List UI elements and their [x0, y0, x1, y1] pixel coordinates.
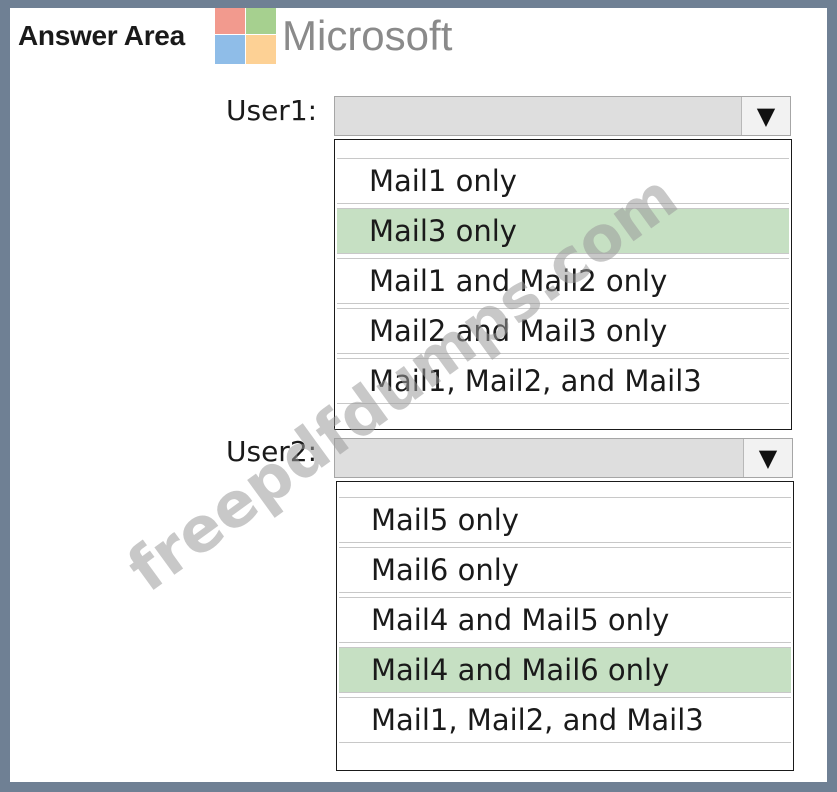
logo-text: Microsoft [282, 12, 453, 59]
microsoft-logo-icon [215, 8, 277, 67]
user2-option[interactable]: Mail4 and Mail5 only [339, 597, 791, 643]
user1-options-list: Mail1 only Mail3 only Mail1 and Mail2 on… [334, 139, 792, 430]
user2-option[interactable]: Mail6 only [339, 547, 791, 593]
user1-option[interactable]: Mail2 and Mail3 only [337, 308, 789, 354]
user1-option-selected[interactable]: Mail3 only [337, 208, 789, 254]
user1-label: User1: [226, 94, 318, 127]
answer-area-panel: Answer Area Microsoft User1: ▼ Mail1 onl… [10, 8, 827, 782]
user2-options-list: Mail5 only Mail6 only Mail4 and Mail5 on… [336, 481, 794, 771]
user1-option[interactable]: Mail1 only [337, 158, 789, 204]
user2-option[interactable]: Mail5 only [339, 497, 791, 543]
user1-option[interactable]: Mail1 and Mail2 only [337, 258, 789, 304]
chevron-down-icon[interactable]: ▼ [741, 97, 790, 135]
user1-option[interactable]: Mail1, Mail2, and Mail3 [337, 358, 789, 404]
chevron-down-icon[interactable]: ▼ [743, 439, 792, 477]
user2-option[interactable]: Mail1, Mail2, and Mail3 [339, 697, 791, 743]
user2-dropdown[interactable]: ▼ [334, 438, 793, 478]
user1-dropdown[interactable]: ▼ [334, 96, 791, 136]
page-title: Answer Area [18, 20, 185, 51]
user2-label: User2: [226, 435, 318, 468]
user2-option-selected[interactable]: Mail4 and Mail6 only [339, 647, 791, 693]
